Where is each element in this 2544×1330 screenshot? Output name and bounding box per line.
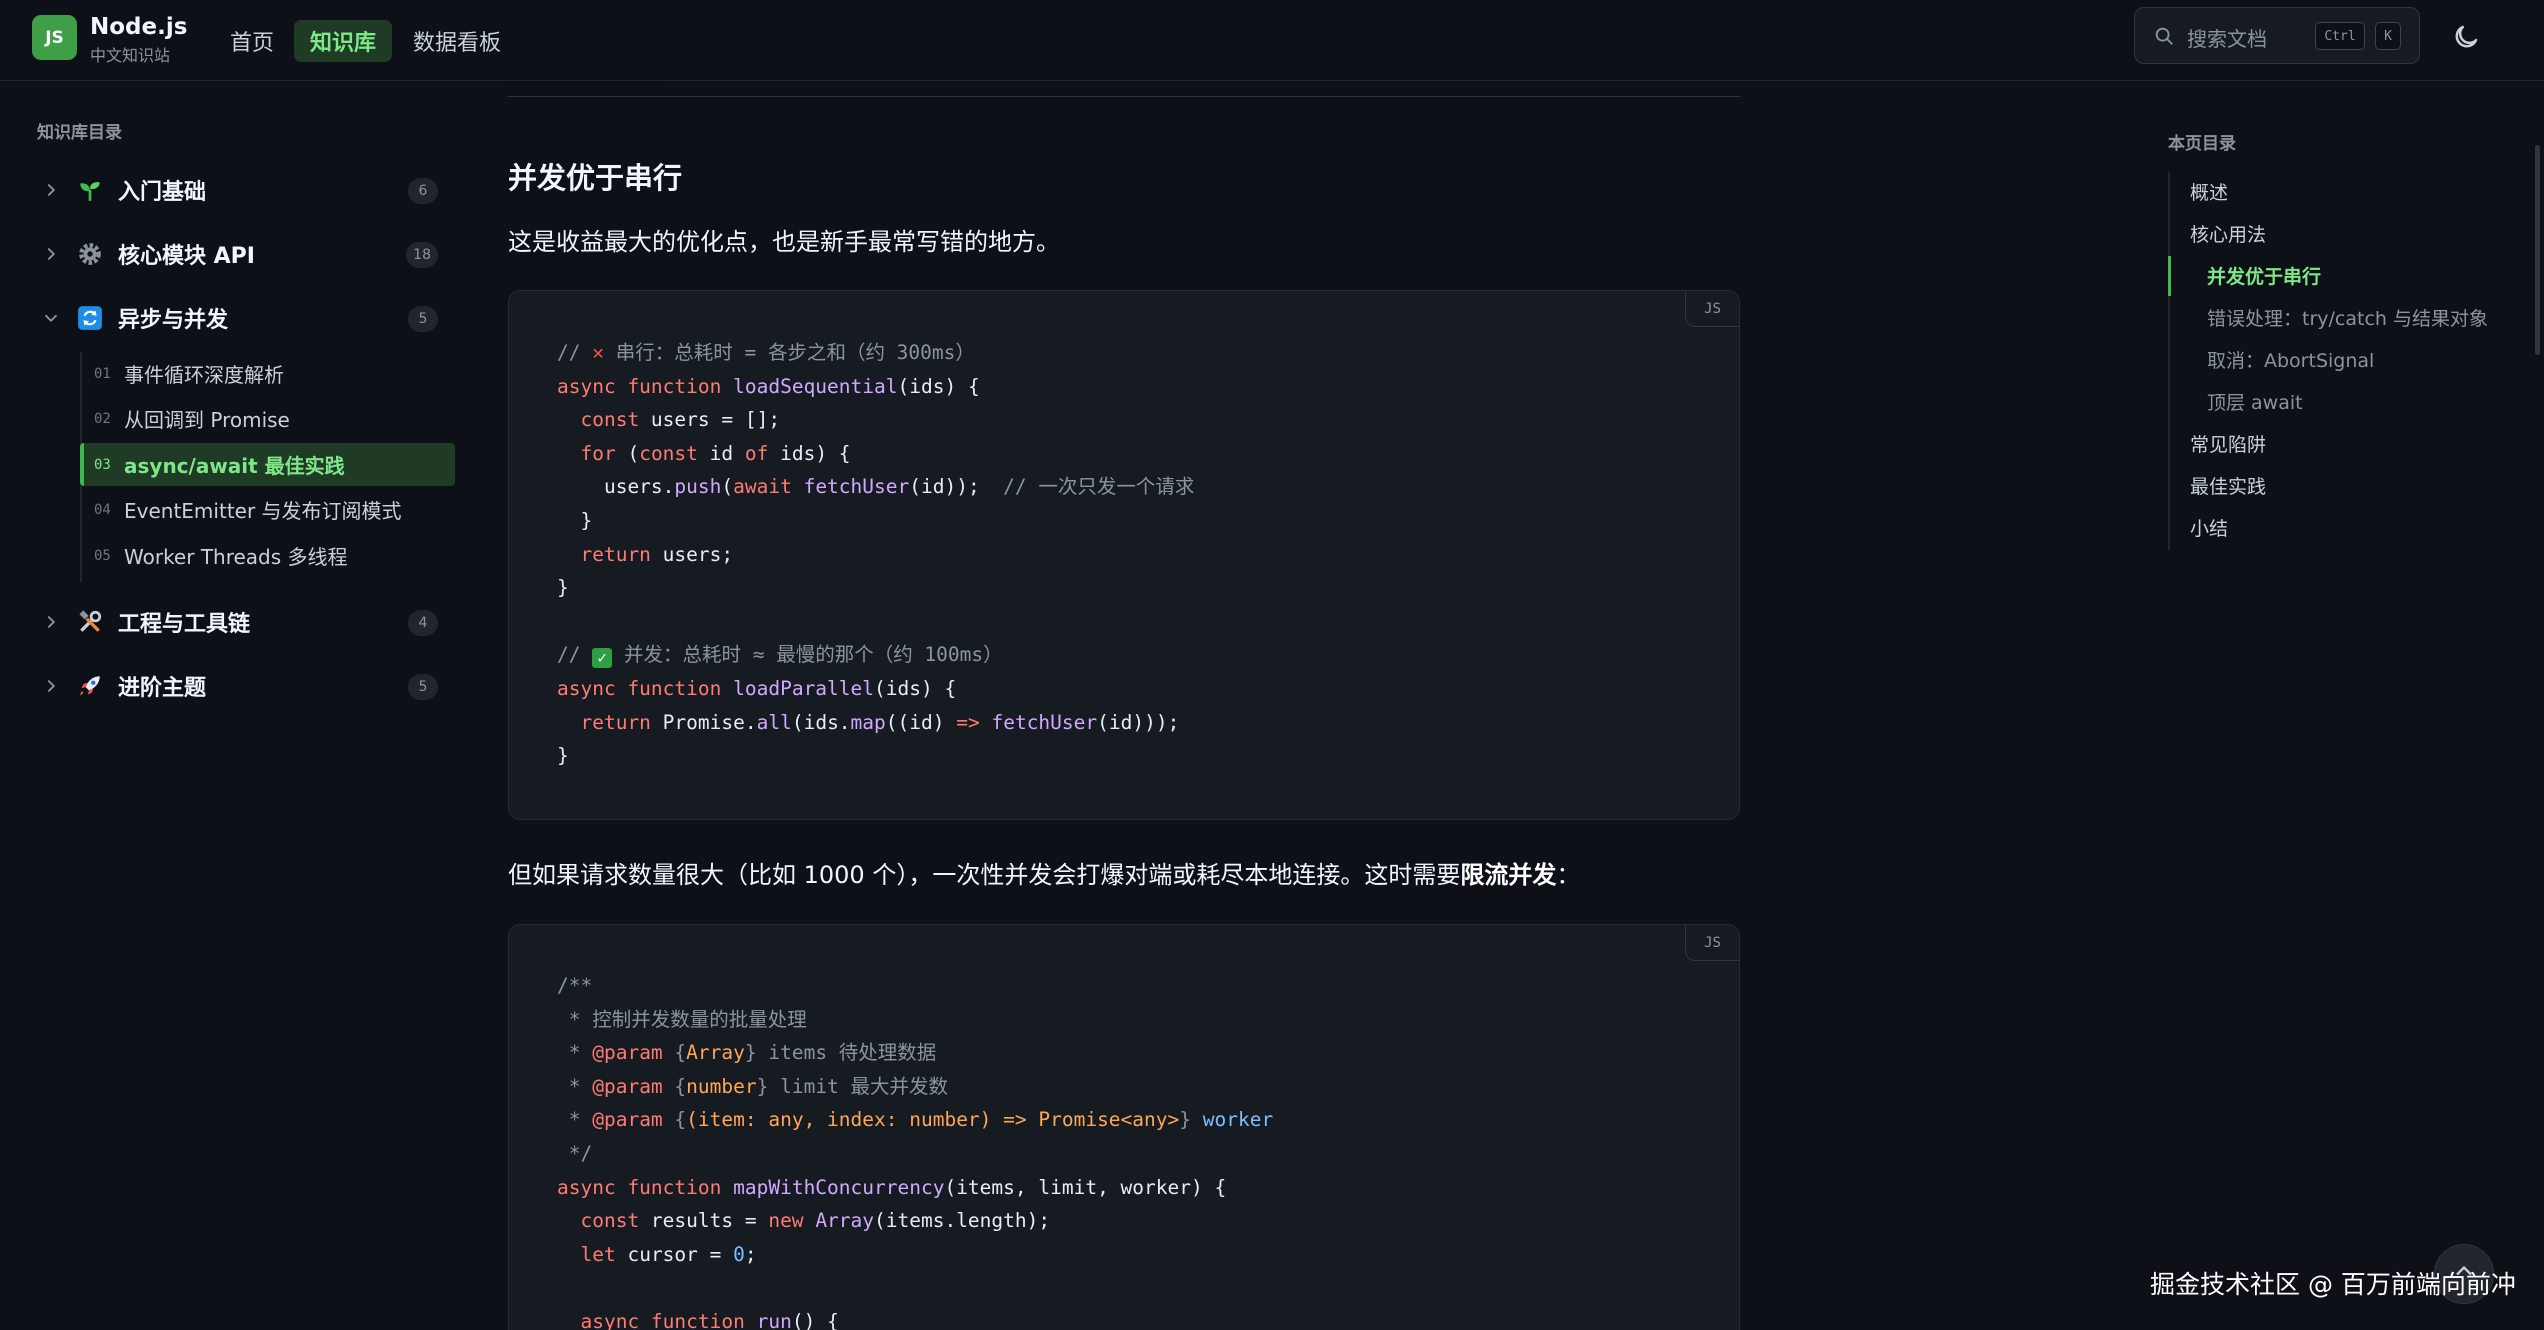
item-number: 05 [94,547,111,564]
sidebar-section-label: 入门基础 [118,180,207,205]
toc-link-overview[interactable]: 概述 [2190,178,2228,205]
chevron-right-icon [47,183,56,197]
sidebar-section-label: 工程与工具链 [118,612,251,637]
page-scrollbar[interactable] [2535,145,2540,355]
item-number: 04 [94,501,111,518]
toc-title: 本页目录 [2168,134,2236,154]
watermark: 掘金技术社区 @ 百万前端向前冲 [2150,1270,2516,1299]
toc-link-best-practices[interactable]: 最佳实践 [2190,472,2266,499]
sidebar-section-tooling[interactable]: 工程与工具链 4 [40,597,450,647]
rocket-icon [76,672,104,700]
paragraph-bold-text: 限流并发 [1460,861,1557,889]
code-content: // ✕ 串行：总耗时 = 各步之和（约 300ms） async functi… [557,341,1195,768]
sidebar-item-label: Worker Threads 多线程 [124,545,348,569]
count-badge: 4 [408,610,438,636]
nav-dashboard[interactable]: 数据看板 [397,20,517,62]
item-number: 01 [94,365,111,382]
paragraph-text: 但如果请求数量很大（比如 1000 个），一次性并发会打爆对端或耗尽本地连接。这… [508,861,1461,889]
paragraph-text-end: ： [1556,861,1581,889]
toc-link-core-usage[interactable]: 核心用法 [2190,220,2266,247]
sidebar-item-label: EventEmitter 与发布订阅模式 [124,499,402,523]
sidebar-item-label: async/await 最佳实践 [124,454,345,478]
refresh-icon [76,304,104,332]
nav-knowledge-base[interactable]: 知识库 [294,20,393,62]
search-placeholder: 搜索文档 [2187,27,2267,51]
sidebar-item-callback-to-promise[interactable]: 02 从回调到 Promise [80,397,455,440]
item-number: 03 [94,456,111,473]
chevron-right-icon [47,615,56,629]
search-icon [2155,27,2173,45]
toc-link-summary[interactable]: 小结 [2190,514,2228,541]
sidebar-section-basics[interactable]: 入门基础 6 [40,165,450,215]
count-badge: 6 [408,178,438,204]
sidebar-section-label: 进阶主题 [118,676,207,701]
sidebar-section-label: 异步与并发 [118,308,229,333]
code-lang-tag: JS [1685,291,1739,327]
section-divider [508,96,1740,97]
item-number: 02 [94,410,111,427]
check-mark-icon: ✓ [592,648,613,669]
logo-badge[interactable]: JS [32,15,77,60]
code-content: /** * 控制并发数量的批量处理 * @param {Array} items… [557,974,1274,1330]
toc-link-abort-signal[interactable]: 取消：AbortSignal [2207,346,2374,373]
sidebar-section-label: 核心模块 API [118,244,255,269]
code-block-map-with-concurrency[interactable]: JS /** * 控制并发数量的批量处理 * @param {Array} it… [508,924,1740,1330]
nav-home[interactable]: 首页 [214,20,290,62]
toc-guide-line [2168,172,2170,550]
count-badge: 5 [408,306,438,332]
sidebar-item-label: 从回调到 Promise [124,408,290,432]
cross-mark-icon: ✕ [592,341,604,364]
sidebar-section-async[interactable]: 异步与并发 5 [40,293,450,343]
top-header: JS Node.js 中文知识站 首页 知识库 数据看板 搜索文档 Ctrl K [0,0,2544,81]
count-badge: 18 [406,242,438,268]
search-input[interactable]: 搜索文档 Ctrl K [2134,7,2420,64]
toc-active-marker [2168,256,2171,296]
code-block-serial-vs-parallel[interactable]: JS // ✕ 串行：总耗时 = 各步之和（约 300ms） async fun… [508,290,1740,820]
sidebar-title: 知识库目录 [37,123,122,143]
tools-icon [76,608,104,636]
toc-link-pitfalls[interactable]: 常见陷阱 [2190,430,2266,457]
shortcut-key-ctrl: Ctrl [2315,22,2365,50]
moon-icon[interactable] [2451,22,2481,52]
intro-paragraph: 这是收益最大的优化点，也是新手最常写错的地方。 [508,228,1060,256]
concurrency-paragraph: 但如果请求数量很大（比如 1000 个），一次性并发会打爆对端或耗尽本地连接。这… [508,855,1580,890]
section-heading: 并发优于串行 [508,161,683,195]
chevron-right-icon [47,247,56,261]
sidebar-item-event-emitter[interactable]: 04 EventEmitter 与发布订阅模式 [80,488,455,531]
sidebar-item-async-await[interactable]: 03 async/await 最佳实践 [80,443,455,486]
shortcut-key-k: K [2375,22,2401,50]
chevron-right-icon [47,679,56,693]
sidebar-item-worker-threads[interactable]: 05 Worker Threads 多线程 [80,534,455,577]
count-badge: 5 [408,674,438,700]
sidebar-item-event-loop[interactable]: 01 事件循环深度解析 [80,352,455,395]
seedling-icon [76,176,104,204]
site-title[interactable]: Node.js [90,14,187,40]
toc-link-error-handling[interactable]: 错误处理：try/catch 与结果对象 [2207,304,2488,331]
toc-link-parallel-over-serial[interactable]: 并发优于串行 [2207,262,2321,289]
chevron-down-icon [44,314,58,323]
toc-link-top-level-await[interactable]: 顶层 await [2207,388,2303,415]
sidebar-section-core-api[interactable]: 核心模块 API 18 [40,229,450,279]
sidebar-section-advanced[interactable]: 进阶主题 5 [40,661,450,711]
code-lang-tag: JS [1685,925,1739,961]
sidebar-item-label: 事件循环深度解析 [124,363,284,387]
gear-icon [76,240,104,268]
site-subtitle: 中文知识站 [90,46,171,65]
